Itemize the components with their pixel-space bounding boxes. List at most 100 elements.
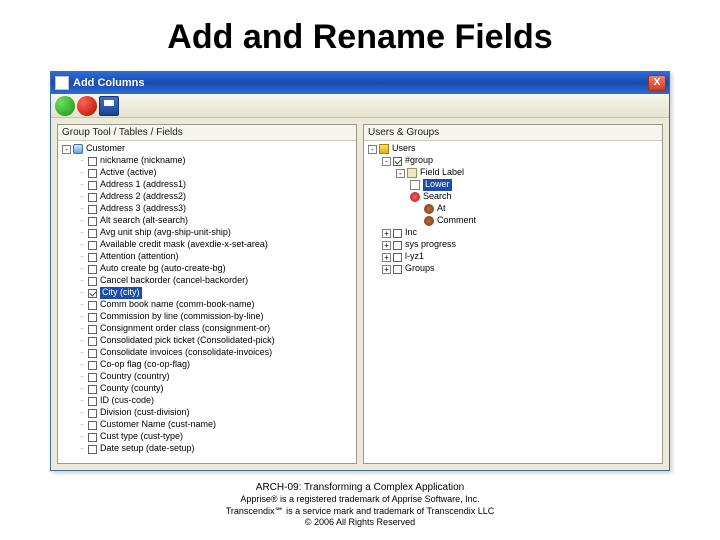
tree-field-item[interactable]: ·Division (cust-division) (62, 407, 354, 419)
checkbox[interactable] (88, 409, 97, 418)
checkbox[interactable] (393, 157, 402, 166)
field-label[interactable]: Division (cust-division) (100, 407, 190, 418)
field-label[interactable]: Address 1 (address1) (100, 179, 186, 190)
field-label[interactable]: Consignment order class (consignment-or) (100, 323, 270, 334)
tree-item[interactable]: Search (368, 191, 660, 203)
checkbox[interactable] (88, 421, 97, 430)
field-label[interactable]: City (city) (100, 287, 142, 298)
field-label[interactable]: Consolidate invoices (consolidate-invoic… (100, 347, 272, 358)
expand-icon[interactable]: + (382, 253, 391, 262)
tree-field-item[interactable]: ·Customer Name (cust-name) (62, 419, 354, 431)
tree-field-item[interactable]: ·Auto create bg (auto-create-bg) (62, 263, 354, 275)
checkbox[interactable] (88, 373, 97, 382)
checkbox[interactable] (88, 349, 97, 358)
tree-field-item[interactable]: ·Consolidate invoices (consolidate-invoi… (62, 347, 354, 359)
tree-field-item[interactable]: ·Commission by line (commission-by-line) (62, 311, 354, 323)
field-label[interactable]: Auto create bg (auto-create-bg) (100, 263, 226, 274)
tree-item[interactable]: +Inc (368, 227, 660, 239)
checkbox[interactable] (88, 157, 97, 166)
checkbox[interactable] (88, 241, 97, 250)
checkbox[interactable] (88, 325, 97, 334)
expand-icon[interactable]: + (382, 265, 391, 274)
tree-item[interactable]: +Groups (368, 263, 660, 275)
accept-button[interactable] (55, 96, 75, 116)
titlebar[interactable]: Add Columns X (51, 72, 669, 94)
tree-field-item[interactable]: ·Active (active) (62, 167, 354, 179)
collapse-icon[interactable]: - (396, 169, 405, 178)
checkbox[interactable] (88, 433, 97, 442)
checkbox[interactable] (393, 265, 402, 274)
checkbox[interactable] (88, 301, 97, 310)
checkbox[interactable] (88, 397, 97, 406)
field-label[interactable]: Co-op flag (co-op-flag) (100, 359, 190, 370)
tree-field-item[interactable]: ·ID (cus-code) (62, 395, 354, 407)
selected-label[interactable]: Lower (423, 179, 452, 190)
checkbox[interactable] (88, 361, 97, 370)
tree-field-item[interactable]: ·Avg unit ship (avg-ship-unit-ship) (62, 227, 354, 239)
left-tree[interactable]: - Customer·nickname (nickname)·Active (ac… (58, 141, 356, 457)
field-label[interactable]: Avg unit ship (avg-ship-unit-ship) (100, 227, 231, 238)
tree-item[interactable]: +l-yz1 (368, 251, 660, 263)
field-label[interactable]: Consolidated pick ticket (Consolidated-p… (100, 335, 275, 346)
tree-item[interactable]: At (368, 203, 660, 215)
checkbox[interactable] (88, 445, 97, 454)
checkbox[interactable] (393, 229, 402, 238)
tree-field-item[interactable]: ·Consolidated pick ticket (Consolidated-… (62, 335, 354, 347)
tree-field-item[interactable]: ·Consignment order class (consignment-or… (62, 323, 354, 335)
checkbox[interactable] (88, 277, 97, 286)
tree-item[interactable]: -Field Label (368, 167, 660, 179)
tree-field-item[interactable]: ·Cust type (cust-type) (62, 431, 354, 443)
tree-field-item[interactable]: ·Country (country) (62, 371, 354, 383)
tree-field-item[interactable]: ·Attention (attention) (62, 251, 354, 263)
checkbox[interactable] (88, 289, 97, 298)
checkbox[interactable] (88, 337, 97, 346)
cancel-button[interactable] (77, 96, 97, 116)
tree-field-item[interactable]: ·nickname (nickname) (62, 155, 354, 167)
tree-field-item[interactable]: ·City (city) (62, 287, 354, 299)
checkbox[interactable] (88, 193, 97, 202)
checkbox[interactable] (88, 385, 97, 394)
tree-item[interactable]: -Users (368, 143, 660, 155)
field-label[interactable]: Cust type (cust-type) (100, 431, 183, 442)
tree-field-item[interactable]: ·Address 3 (address3) (62, 203, 354, 215)
checkbox[interactable] (88, 181, 97, 190)
close-button[interactable]: X (648, 75, 666, 91)
tree-item[interactable]: +sys progress (368, 239, 660, 251)
expand-icon[interactable]: + (382, 229, 391, 238)
field-label[interactable]: nickname (nickname) (100, 155, 186, 166)
checkbox[interactable] (88, 229, 97, 238)
right-tree[interactable]: -Users-#group-Field LabelLowerSearchAtCo… (364, 141, 662, 277)
field-label[interactable]: Available credit mask (avexdie-x-set-are… (100, 239, 268, 250)
save-button[interactable] (99, 96, 119, 116)
collapse-icon[interactable]: - (62, 145, 71, 154)
tree-field-item[interactable]: ·Address 2 (address2) (62, 191, 354, 203)
checkbox[interactable] (88, 313, 97, 322)
checkbox[interactable] (393, 241, 402, 250)
field-label[interactable]: Active (active) (100, 167, 157, 178)
collapse-icon[interactable]: - (368, 145, 377, 154)
field-label[interactable]: Commission by line (commission-by-line) (100, 311, 264, 322)
field-label[interactable]: Cancel backorder (cancel-backorder) (100, 275, 248, 286)
tree-field-item[interactable]: ·Address 1 (address1) (62, 179, 354, 191)
field-label[interactable]: Attention (attention) (100, 251, 179, 262)
checkbox[interactable] (88, 205, 97, 214)
checkbox[interactable] (88, 265, 97, 274)
field-label[interactable]: Date setup (date-setup) (100, 443, 195, 454)
tree-field-item[interactable]: ·Co-op flag (co-op-flag) (62, 359, 354, 371)
tree-field-item[interactable]: ·Alt search (alt-search) (62, 215, 354, 227)
tree-field-item[interactable]: ·Comm book name (comm-book-name) (62, 299, 354, 311)
field-label[interactable]: Comm book name (comm-book-name) (100, 299, 255, 310)
tree-item[interactable]: Lower (368, 179, 660, 191)
tree-root-label[interactable]: Customer (86, 143, 125, 154)
field-label[interactable]: ID (cus-code) (100, 395, 154, 406)
field-label[interactable]: Country (country) (100, 371, 170, 382)
expand-icon[interactable]: + (382, 241, 391, 250)
field-label[interactable]: County (county) (100, 383, 164, 394)
checkbox[interactable] (393, 253, 402, 262)
checkbox[interactable] (88, 217, 97, 226)
field-label[interactable]: Address 2 (address2) (100, 191, 186, 202)
field-label[interactable]: Customer Name (cust-name) (100, 419, 216, 430)
field-label[interactable]: Address 3 (address3) (100, 203, 186, 214)
tree-field-item[interactable]: ·Date setup (date-setup) (62, 443, 354, 455)
tree-field-item[interactable]: ·County (county) (62, 383, 354, 395)
